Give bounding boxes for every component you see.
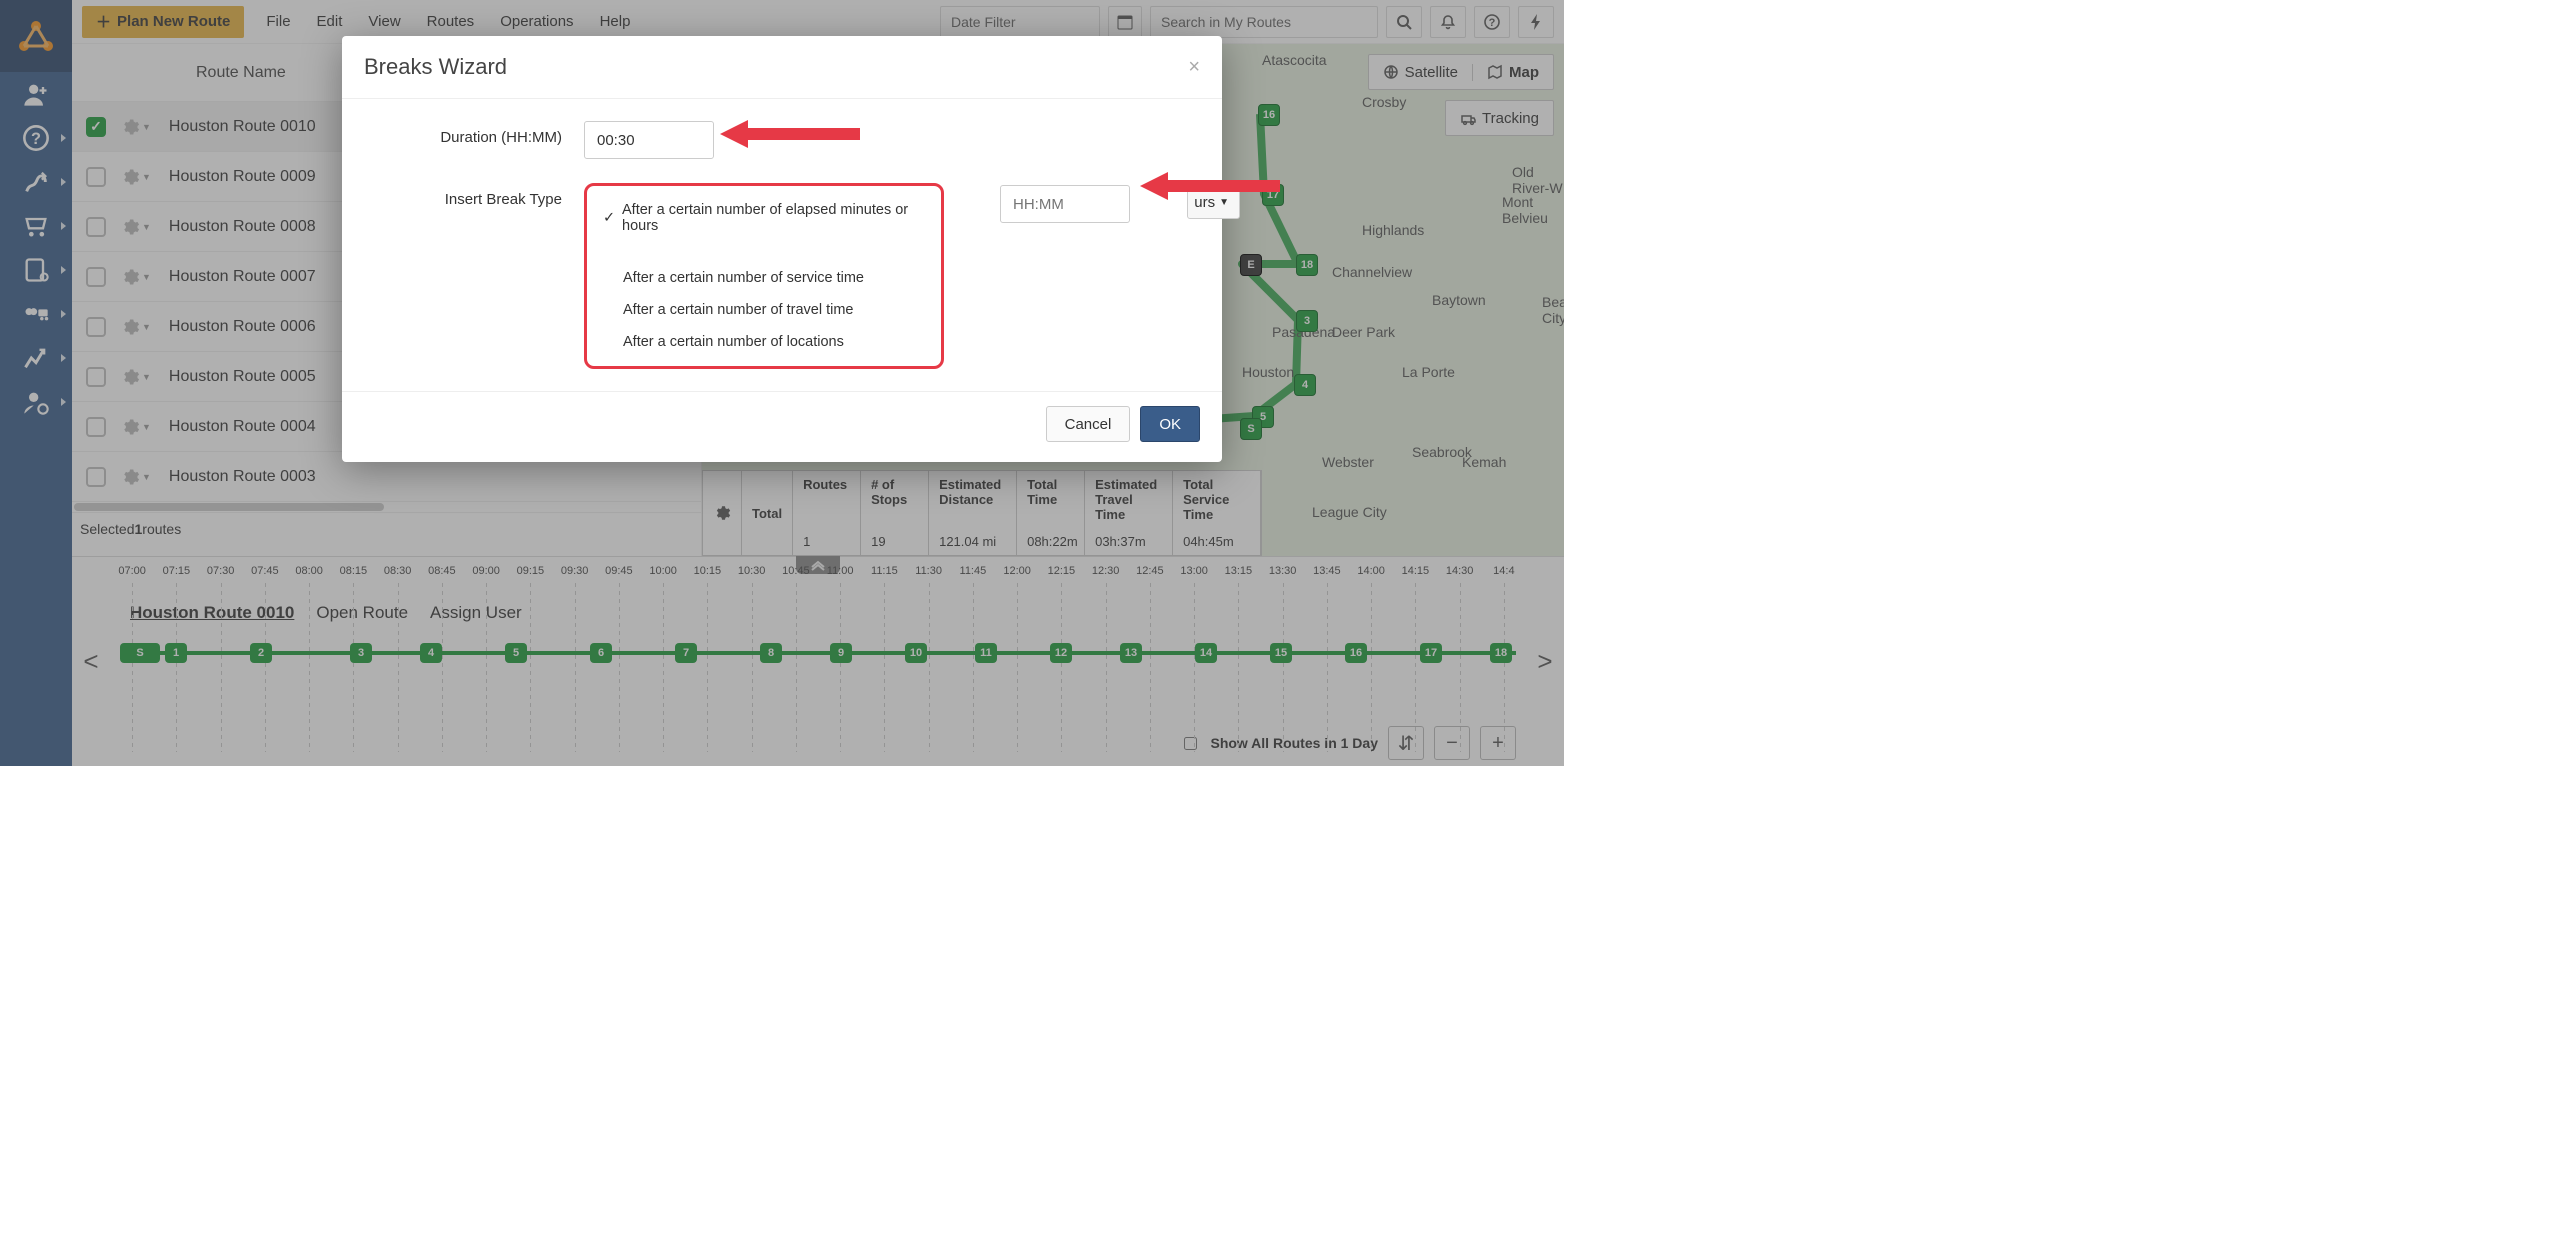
close-icon[interactable]: × — [1188, 56, 1200, 79]
break-type-dropdown[interactable]: ✓After a certain number of elapsed minut… — [584, 183, 944, 369]
modal-title: Breaks Wizard — [364, 54, 507, 80]
break-type-option-travel[interactable]: ✓After a certain number of travel time — [587, 294, 941, 326]
annotation-arrow-duration — [720, 114, 860, 154]
annotation-arrow-hhmm — [1140, 166, 1280, 206]
breaks-wizard-modal: Breaks Wizard × Duration (HH:MM) Insert … — [342, 36, 1222, 462]
cancel-button[interactable]: Cancel — [1046, 406, 1131, 442]
break-type-label: Insert Break Type — [364, 183, 584, 208]
break-type-option-locations[interactable]: ✓After a certain number of locations — [587, 326, 941, 358]
duration-input[interactable] — [584, 121, 714, 159]
break-type-option-service[interactable]: ✓After a certain number of service time — [587, 262, 941, 294]
break-type-option-elapsed[interactable]: ✓After a certain number of elapsed minut… — [587, 194, 941, 242]
duration-label: Duration (HH:MM) — [364, 121, 584, 146]
ok-button[interactable]: OK — [1140, 406, 1200, 442]
break-value-input[interactable] — [1000, 185, 1130, 223]
